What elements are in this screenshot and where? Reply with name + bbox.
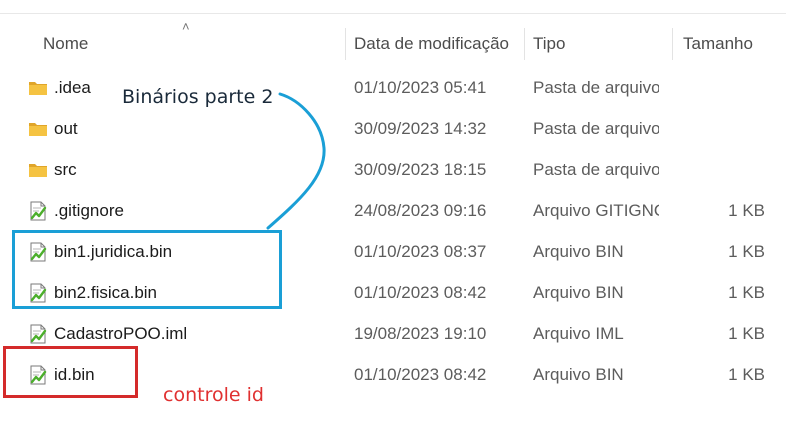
bracket-curve: [266, 92, 326, 230]
binary-files-highlight-box: [12, 230, 282, 309]
controle-id-annotation-label: controle id: [163, 384, 264, 406]
id-file-highlight-box: [3, 346, 138, 398]
binarios-annotation-label: Binários parte 2: [122, 86, 274, 108]
